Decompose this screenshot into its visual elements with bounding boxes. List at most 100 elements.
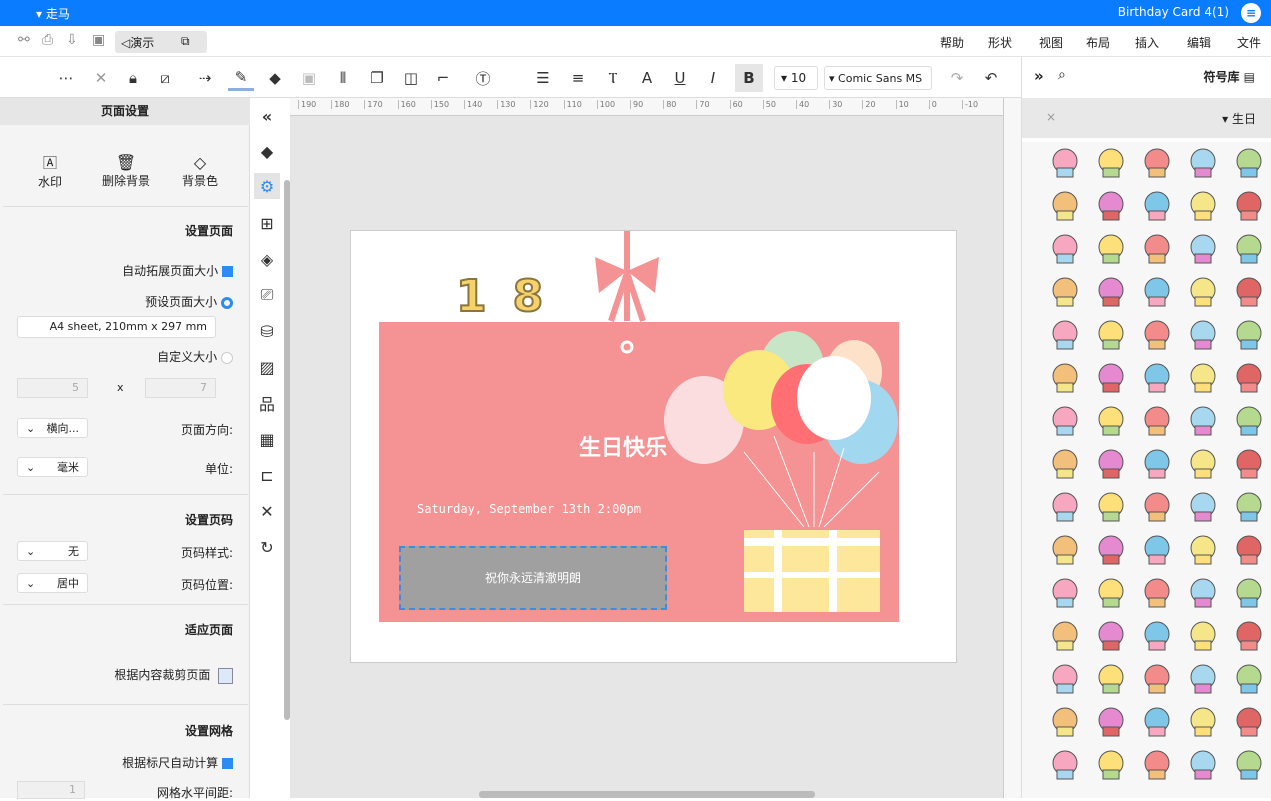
- width-input[interactable]: 7: [145, 378, 216, 398]
- birthday-symbol-icon[interactable]: [1186, 576, 1220, 610]
- image-icon[interactable]: ▨: [254, 354, 280, 380]
- layers-icon[interactable]: ◈: [254, 246, 280, 272]
- birthday-symbol-icon[interactable]: [1140, 533, 1174, 567]
- birthday-symbol-icon[interactable]: [1094, 189, 1128, 223]
- background-color-button[interactable]: ◇ 背景色: [180, 153, 220, 189]
- birthday-symbol-icon[interactable]: [1186, 490, 1220, 524]
- grid-auto-checkbox[interactable]: 根据标尺自动计算: [122, 754, 233, 771]
- grid-h-input[interactable]: 1: [17, 781, 85, 799]
- bring-front-icon[interactable]: ❐: [364, 65, 390, 91]
- font-size-select[interactable]: ▾ 10: [774, 66, 818, 90]
- line-spacing-icon[interactable]: ☰: [530, 65, 556, 91]
- birthday-symbol-icon[interactable]: [1048, 275, 1082, 309]
- more-icon[interactable]: ⋯: [53, 65, 79, 91]
- birthday-symbol-icon[interactable]: [1048, 361, 1082, 395]
- birthday-symbol-icon[interactable]: [1186, 275, 1220, 309]
- wish-textbox[interactable]: 祝你永远清澈明朗: [399, 546, 667, 610]
- birthday-symbol-icon[interactable]: [1232, 447, 1266, 481]
- birthday-symbol-icon[interactable]: [1186, 619, 1220, 653]
- undo-icon[interactable]: ↶: [978, 65, 1004, 91]
- line-style-icon[interactable]: ⇢: [192, 65, 218, 91]
- birthday-symbol-icon[interactable]: [1186, 318, 1220, 352]
- birthday-symbol-icon[interactable]: [1186, 361, 1220, 395]
- birthday-symbol-icon[interactable]: [1140, 146, 1174, 180]
- search-icon[interactable]: ⌕: [1058, 67, 1066, 83]
- candles-18[interactable]: 18: [455, 270, 569, 323]
- birthday-symbol-icon[interactable]: [1048, 662, 1082, 696]
- menu-shape[interactable]: 形状: [988, 34, 1012, 51]
- birthday-symbol-icon[interactable]: [1140, 404, 1174, 438]
- birthday-symbol-icon[interactable]: [1094, 705, 1128, 739]
- italic-button[interactable]: I: [700, 65, 726, 91]
- card[interactable]: 生日快乐 Saturday, September 13th 2:00pm 祝你永…: [379, 322, 899, 622]
- birthday-symbol-icon[interactable]: [1232, 275, 1266, 309]
- pagenum-style-select[interactable]: ⌄ 无: [17, 541, 88, 561]
- birthday-symbol-icon[interactable]: [1048, 447, 1082, 481]
- database-icon[interactable]: ⛁: [254, 318, 280, 344]
- preset-size-radio[interactable]: 预设页面大小: [145, 293, 233, 310]
- card-title[interactable]: 生日快乐: [579, 430, 667, 462]
- download-icon[interactable]: ⇩: [66, 32, 78, 48]
- birthday-symbol-icon[interactable]: [1186, 748, 1220, 782]
- birthday-symbol-icon[interactable]: [1140, 318, 1174, 352]
- auto-extend-checkbox[interactable]: 自动拓展页面大小: [122, 262, 233, 279]
- present-button[interactable]: ◁演示: [121, 34, 154, 51]
- birthday-symbol-icon[interactable]: [1186, 447, 1220, 481]
- fit-crop-button[interactable]: 根据内容裁剪页面: [114, 666, 233, 684]
- birthday-symbol-icon[interactable]: [1094, 404, 1128, 438]
- birthday-symbol-icon[interactable]: [1232, 748, 1266, 782]
- birthday-symbol-icon[interactable]: [1232, 318, 1266, 352]
- balloons-gift-illustration[interactable]: [664, 312, 904, 622]
- birthday-symbol-icon[interactable]: [1140, 361, 1174, 395]
- birthday-symbol-icon[interactable]: [1186, 705, 1220, 739]
- remove-background-button[interactable]: 🗑︎ 删除背景: [98, 153, 154, 189]
- pagenum-pos-select[interactable]: ⌄ 居中: [17, 573, 88, 593]
- birthday-symbol-icon[interactable]: [1094, 361, 1128, 395]
- underline-button[interactable]: U: [667, 65, 693, 91]
- orientation-select[interactable]: ⌄ 横向...: [17, 418, 88, 438]
- birthday-symbol-icon[interactable]: [1232, 576, 1266, 610]
- send-back-icon[interactable]: ◫: [398, 65, 424, 91]
- canvas-h-scrollbar[interactable]: [479, 791, 815, 798]
- canvas[interactable]: 生日快乐 Saturday, September 13th 2:00pm 祝你永…: [290, 116, 1003, 798]
- birthday-symbol-icon[interactable]: [1232, 404, 1266, 438]
- birthday-symbol-icon[interactable]: [1140, 189, 1174, 223]
- custom-size-radio[interactable]: 自定义大小: [157, 348, 233, 365]
- birthday-symbol-icon[interactable]: [1048, 189, 1082, 223]
- align-icon[interactable]: ⫴: [330, 65, 356, 91]
- birthday-symbol-icon[interactable]: [1094, 490, 1128, 524]
- birthday-symbol-icon[interactable]: [1094, 619, 1128, 653]
- save-icon[interactable]: ▣: [92, 32, 105, 48]
- birthday-symbol-icon[interactable]: [1140, 748, 1174, 782]
- font-color-button[interactable]: A: [634, 65, 660, 91]
- presentation-icon[interactable]: ⎚: [254, 282, 280, 308]
- birthday-symbol-icon[interactable]: [1094, 318, 1128, 352]
- birthday-symbol-icon[interactable]: [1186, 232, 1220, 266]
- fill-icon[interactable]: ◆: [254, 138, 280, 164]
- birthday-symbol-icon[interactable]: [1094, 447, 1128, 481]
- birthday-symbol-icon[interactable]: [1140, 490, 1174, 524]
- connector-icon[interactable]: ⊏: [254, 462, 280, 488]
- redo-icon[interactable]: ↷: [944, 65, 970, 91]
- group-icon[interactable]: ▣: [296, 65, 322, 91]
- menu-layout[interactable]: 布局: [1086, 34, 1110, 51]
- tools-icon[interactable]: ✕: [88, 65, 114, 91]
- bold-button[interactable]: B: [735, 64, 763, 92]
- birthday-symbol-icon[interactable]: [1186, 146, 1220, 180]
- birthday-symbol-icon[interactable]: [1094, 232, 1128, 266]
- birthday-symbol-icon[interactable]: [1140, 275, 1174, 309]
- birthday-symbol-icon[interactable]: [1094, 662, 1128, 696]
- expand-icon[interactable]: «: [254, 103, 280, 129]
- birthday-symbol-icon[interactable]: [1186, 404, 1220, 438]
- connector-icon[interactable]: ⌐: [430, 65, 456, 91]
- puzzle-icon[interactable]: ▦: [254, 426, 280, 452]
- birthday-symbol-icon[interactable]: [1048, 619, 1082, 653]
- text-direction-icon[interactable]: Ⲧ: [600, 65, 626, 91]
- birthday-symbol-icon[interactable]: [1186, 533, 1220, 567]
- lock-icon[interactable]: 🔒︎: [120, 65, 146, 91]
- birthday-symbol-icon[interactable]: [1232, 490, 1266, 524]
- shuffle-icon[interactable]: ✕: [254, 498, 280, 524]
- birthday-symbol-icon[interactable]: [1048, 748, 1082, 782]
- org-chart-icon[interactable]: 品: [254, 390, 280, 416]
- birthday-symbol-icon[interactable]: [1140, 447, 1174, 481]
